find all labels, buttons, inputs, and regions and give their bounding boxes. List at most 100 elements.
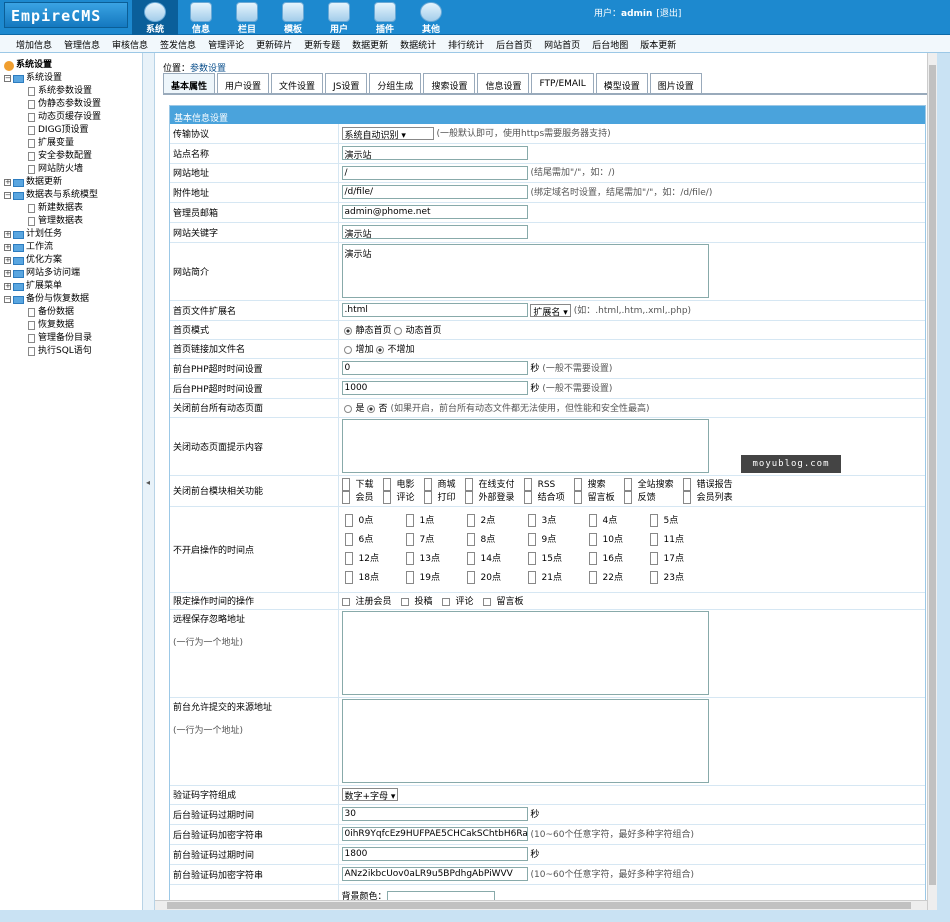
subnav-item[interactable]: 管理信息 [58,35,106,52]
subnav-item[interactable]: 网站首页 [538,35,586,52]
subnav-item[interactable]: 数据更新 [346,35,394,52]
checkbox-option[interactable]: RSS [523,477,565,491]
checkbox-option[interactable]: 投稿 [400,597,433,607]
checkbox-option[interactable]: 14点 [466,552,528,565]
vertical-scroll-thumb[interactable] [929,65,936,885]
checkbox-option[interactable]: 全站搜索 [623,477,674,491]
front-code-key-input[interactable]: ANz2ikbcUov0aLR9u5BPdhgAbPiWVV [341,867,528,882]
checkbox[interactable] [405,571,414,584]
checkbox[interactable] [464,477,473,491]
tree-group[interactable]: + 网站多访问端 [4,267,142,280]
admin-code-key-input[interactable]: 0ihR9YqfcEz9HUFPAE5CHCakSChtbH6RaeRy [341,827,528,842]
tab[interactable]: 信息设置 [477,73,530,93]
no-add-filename-radio[interactable] [375,345,384,354]
allow-source-textarea[interactable] [341,699,709,783]
checkbox-option[interactable]: 结合项 [523,490,565,504]
tree-item[interactable]: 管理备份目录 [4,332,142,345]
nav-plugin[interactable]: 插件 [362,0,408,35]
tab[interactable]: 文件设置 [271,73,324,93]
email-input[interactable]: admin@phome.net [341,205,528,219]
horizontal-scrollbar[interactable] [155,900,927,910]
tab[interactable]: 分组生成 [369,73,422,93]
subnav-item[interactable]: 排行统计 [442,35,490,52]
tree-group[interactable]: − 系统设置 [4,72,142,85]
checkbox-option[interactable]: 18点 [344,571,406,584]
checkbox[interactable] [482,597,491,606]
checkbox-option[interactable]: 错误报告 [682,477,733,491]
checkbox-option[interactable]: 评论 [382,490,415,504]
checkbox[interactable] [341,490,350,504]
nav-user[interactable]: 用户 [316,0,362,35]
checkbox[interactable] [382,490,391,504]
checkbox-option[interactable]: 留言板 [482,597,524,607]
checkbox[interactable] [623,477,632,491]
expand-icon[interactable]: + [4,270,11,277]
checkbox[interactable] [523,490,532,504]
checkbox-option[interactable]: 外部登录 [464,490,515,504]
checkbox[interactable] [344,533,353,546]
close-tip-textarea[interactable] [341,419,709,473]
empirecms-logo[interactable]: EmpireCMS [4,2,128,28]
checkbox[interactable] [682,477,691,491]
tab[interactable]: 模型设置 [595,73,648,93]
checkbox-option[interactable]: 23点 [649,571,711,584]
checkbox-option[interactable]: 在线支付 [464,477,515,491]
checkbox-option[interactable]: 3点 [527,514,589,527]
intro-textarea[interactable]: 演示站 [341,244,709,298]
checkbox-option[interactable]: 4点 [588,514,650,527]
checkbox-option[interactable]: 6点 [344,533,406,546]
checkbox-option[interactable]: 反馈 [623,490,674,504]
checkbox[interactable] [405,552,414,565]
tree-item[interactable]: 新建数据表 [4,202,142,215]
indexext-input[interactable]: .html [341,303,528,318]
tree-item[interactable]: 安全参数配置 [4,150,142,163]
siteurl-input[interactable]: / [341,165,528,180]
admin-code-time-input[interactable]: 30 [341,807,528,822]
tree-group[interactable]: + 扩展菜单 [4,280,142,293]
checkbox-option[interactable]: 会员 [341,490,374,504]
tree-item[interactable]: 网站防火墙 [4,163,142,176]
collapse-arrow-icon[interactable]: ◂ [146,478,150,487]
checkbox-option[interactable]: 16点 [588,552,650,565]
checkbox[interactable] [344,571,353,584]
checkbox[interactable] [527,571,536,584]
checkbox-option[interactable]: 12点 [344,552,406,565]
subnav-item[interactable]: 版本更新 [634,35,682,52]
checkbox-option[interactable]: 商城 [423,477,456,491]
tree-item[interactable]: 管理数据表 [4,215,142,228]
checkbox-option[interactable]: 0点 [344,514,406,527]
tree-item[interactable]: 系统参数设置 [4,85,142,98]
checkbox[interactable] [341,477,350,491]
collapse-icon[interactable]: − [4,296,11,303]
checkbox[interactable] [649,552,658,565]
tree-group[interactable]: − 备份与恢复数据 [4,293,142,306]
checkbox[interactable] [523,477,532,491]
checkbox[interactable] [466,552,475,565]
keywords-input[interactable]: 演示站 [341,225,528,239]
nav-pencil-doc[interactable]: 信息 [178,0,224,35]
tab[interactable]: 搜索设置 [423,73,476,93]
sitename-input[interactable]: 演示站 [341,146,528,160]
close-dynamic-yes-radio[interactable] [343,404,352,413]
subnav-item[interactable]: 签发信息 [154,35,202,52]
tab[interactable]: 图片设置 [649,73,702,93]
expand-icon[interactable]: + [4,244,11,251]
checkbox[interactable] [588,533,597,546]
checkbox[interactable] [527,533,536,546]
tree-item[interactable]: 动态页缓存设置 [4,111,142,124]
tree-group[interactable]: − 数据表与系统模型 [4,189,142,202]
php-timeout-input[interactable]: 0 [341,361,528,376]
checkbox[interactable] [400,597,409,606]
tab[interactable]: FTP/EMAIL [531,73,594,93]
checkbox-option[interactable]: 11点 [649,533,711,546]
expand-icon[interactable]: + [4,231,11,238]
tree-item[interactable]: 伪静态参数设置 [4,98,142,111]
subnav-item[interactable]: 数据统计 [394,35,442,52]
subnav-item[interactable]: 管理评论 [202,35,250,52]
checkbox[interactable] [341,597,350,606]
checkbox-option[interactable]: 17点 [649,552,711,565]
checkbox[interactable] [382,477,391,491]
panel-splitter[interactable]: ◂ [143,53,155,910]
expand-icon[interactable]: + [4,179,11,186]
tree-group[interactable]: + 工作流 [4,241,142,254]
